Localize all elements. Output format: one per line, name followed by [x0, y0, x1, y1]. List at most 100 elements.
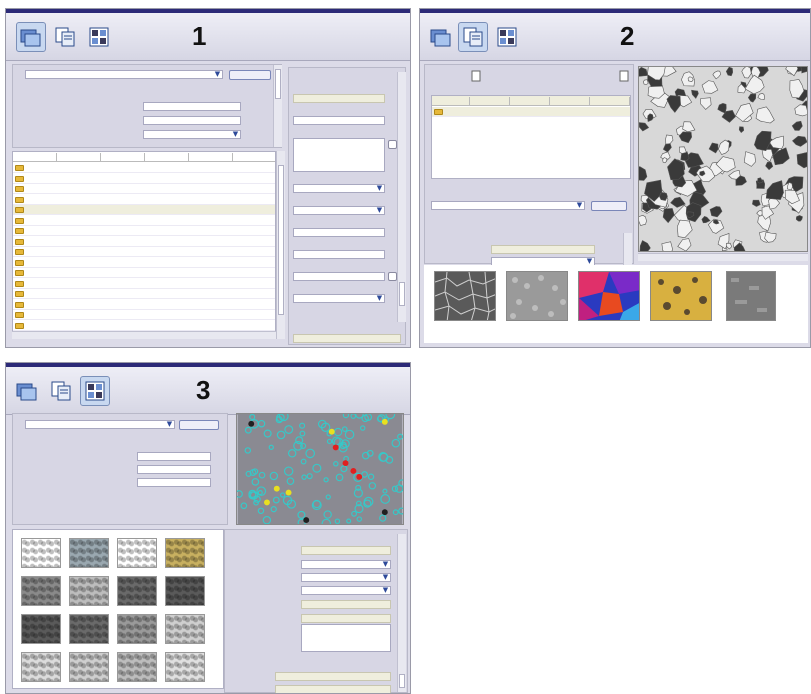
table-row[interactable] — [13, 279, 275, 289]
report-thumbnail[interactable] — [21, 576, 61, 606]
path-dropdown[interactable]: ▼ — [431, 201, 585, 210]
report-thumbnail[interactable] — [21, 652, 61, 682]
column-header[interactable] — [432, 97, 470, 105]
report-tool-button[interactable] — [84, 22, 114, 52]
property-dropdown[interactable]: ▼ — [293, 206, 385, 215]
option-dropdown[interactable]: ▼ — [301, 560, 391, 569]
browser-scrollbar[interactable] — [623, 233, 632, 265]
fine-grain-image[interactable] — [506, 271, 568, 321]
browse-button[interactable] — [179, 420, 219, 430]
report-thumbnail[interactable] — [69, 576, 109, 606]
report-thumbnail[interactable] — [165, 614, 205, 644]
options-scrollbar[interactable] — [397, 534, 406, 692]
param-field[interactable] — [491, 245, 595, 254]
notes-textarea[interactable] — [293, 138, 385, 172]
table-row[interactable] — [13, 226, 275, 236]
option-field[interactable] — [275, 672, 391, 681]
table-row[interactable] — [13, 216, 275, 226]
notes-textarea[interactable] — [301, 624, 391, 652]
particle-overlay-image[interactable] — [236, 413, 404, 525]
table-row[interactable] — [13, 310, 275, 320]
option-checkbox[interactable] — [388, 272, 397, 281]
report-thumbnail[interactable] — [69, 538, 109, 568]
image-hscrollbar[interactable] — [638, 253, 808, 261]
home-tool-button[interactable] — [16, 22, 46, 52]
property-field[interactable] — [293, 250, 385, 259]
column-header[interactable] — [550, 97, 590, 105]
table-row[interactable] — [13, 268, 275, 278]
report-thumbnail[interactable] — [69, 614, 109, 644]
option-checkbox[interactable] — [388, 140, 397, 149]
home-tool-button[interactable] — [426, 22, 456, 52]
report-thumbnail[interactable] — [69, 652, 109, 682]
property-field[interactable] — [293, 272, 385, 281]
column-header[interactable] — [470, 97, 510, 105]
property-dropdown[interactable]: ▼ — [293, 294, 385, 303]
table-row[interactable] — [13, 237, 275, 247]
home-tool-button[interactable] — [12, 376, 42, 406]
property-field[interactable] — [293, 334, 401, 343]
property-field[interactable] — [293, 116, 385, 125]
column-header[interactable] — [233, 153, 277, 161]
table-hscrollbar[interactable] — [12, 331, 276, 339]
report-thumbnail[interactable] — [21, 538, 61, 568]
option-dropdown[interactable]: ▼ — [301, 586, 391, 595]
table-row[interactable] — [13, 174, 275, 184]
microstructure-image[interactable] — [638, 66, 808, 252]
column-header[interactable] — [57, 153, 101, 161]
report-tool-button[interactable] — [80, 376, 110, 406]
report-thumbnail[interactable] — [21, 614, 61, 644]
option-field[interactable] — [301, 614, 391, 623]
grain-boundary-image[interactable] — [434, 271, 496, 321]
table-scrollbar[interactable] — [276, 151, 285, 339]
properties-scrollbar[interactable] — [397, 72, 406, 322]
option-field[interactable] — [301, 546, 391, 555]
path-dropdown[interactable]: ▼ — [25, 420, 175, 429]
table-row[interactable] — [13, 195, 275, 205]
column-header[interactable] — [189, 153, 233, 161]
table-row[interactable] — [13, 258, 275, 268]
table-row[interactable] — [13, 163, 275, 173]
column-header[interactable] — [510, 97, 550, 105]
table-row[interactable] — [13, 205, 275, 215]
column-header[interactable] — [101, 153, 145, 161]
param-field-2[interactable] — [143, 116, 241, 125]
table-row[interactable] — [432, 107, 630, 117]
yellow-phase-image[interactable] — [650, 271, 712, 321]
option-field[interactable] — [301, 600, 391, 609]
table-row[interactable] — [13, 321, 275, 331]
report-thumbnail[interactable] — [165, 652, 205, 682]
table-row[interactable] — [13, 247, 275, 257]
documents-tool-button[interactable] — [46, 376, 76, 406]
report-thumbnail[interactable] — [117, 538, 157, 568]
table-row[interactable] — [13, 184, 275, 194]
property-field[interactable] — [293, 228, 385, 237]
report-thumbnail[interactable] — [165, 576, 205, 606]
report-tool-button[interactable] — [492, 22, 522, 52]
color-phase-map[interactable] — [578, 271, 640, 321]
report-thumbnail[interactable] — [165, 538, 205, 568]
path-dropdown[interactable]: ▼ — [25, 70, 223, 79]
document-icon[interactable] — [471, 70, 481, 82]
report-thumbnail[interactable] — [117, 576, 157, 606]
column-header[interactable] — [145, 153, 189, 161]
column-header[interactable] — [590, 97, 630, 105]
settings-scrollbar[interactable] — [273, 65, 282, 147]
param-field-2[interactable] — [137, 465, 211, 474]
column-header[interactable] — [13, 153, 57, 161]
report-thumbnail[interactable] — [117, 652, 157, 682]
gray-texture-image[interactable] — [726, 271, 776, 321]
report-thumbnail[interactable] — [117, 614, 157, 644]
property-field[interactable] — [293, 94, 385, 103]
option-dropdown[interactable]: ▼ — [301, 573, 391, 582]
param-field-3[interactable] — [137, 478, 211, 487]
documents-tool-button[interactable] — [458, 22, 488, 52]
document-icon[interactable] — [619, 70, 629, 82]
property-dropdown[interactable]: ▼ — [293, 184, 385, 193]
browse-button[interactable] — [591, 201, 627, 211]
param-field-1[interactable] — [137, 452, 211, 461]
param-field-1[interactable] — [143, 102, 241, 111]
option-field[interactable] — [275, 685, 391, 693]
param-dropdown[interactable]: ▼ — [143, 130, 241, 139]
table-row[interactable] — [13, 300, 275, 310]
